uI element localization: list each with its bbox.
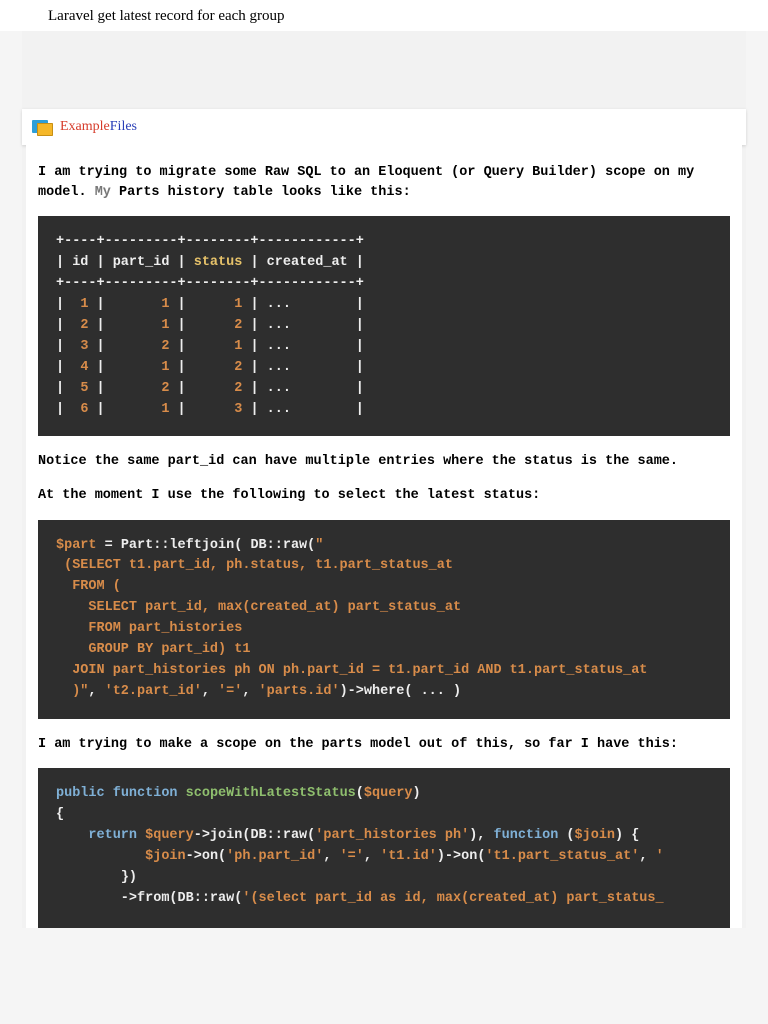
sql-code-block: $part = Part::leftjoin( DB::raw(" (SELEC… bbox=[38, 520, 730, 719]
brand-bar: ExampleFiles bbox=[22, 109, 746, 145]
paragraph-notice: Notice the same part_id can have multipl… bbox=[38, 452, 730, 472]
php-code-block: public function scopeWithLatestStatus($q… bbox=[38, 768, 730, 928]
page-title: Laravel get latest record for each group bbox=[0, 0, 768, 31]
paragraph-scope: I am trying to make a scope on the parts… bbox=[38, 735, 730, 755]
folder-icon bbox=[32, 117, 54, 137]
brand-text: ExampleFiles bbox=[60, 119, 137, 135]
document-sheet: ExampleFiles I am trying to migrate some… bbox=[22, 31, 746, 928]
article-body: I am trying to migrate some Raw SQL to a… bbox=[26, 145, 742, 928]
table-code-block: +----+---------+--------+------------+ |… bbox=[38, 216, 730, 436]
code-scroll-container[interactable]: $part = Part::leftjoin( DB::raw(" (SELEC… bbox=[38, 520, 730, 719]
intro-paragraph: I am trying to migrate some Raw SQL to a… bbox=[38, 163, 730, 202]
paragraph-moment: At the moment I use the following to sel… bbox=[38, 486, 730, 506]
ad-placeholder bbox=[22, 31, 746, 109]
